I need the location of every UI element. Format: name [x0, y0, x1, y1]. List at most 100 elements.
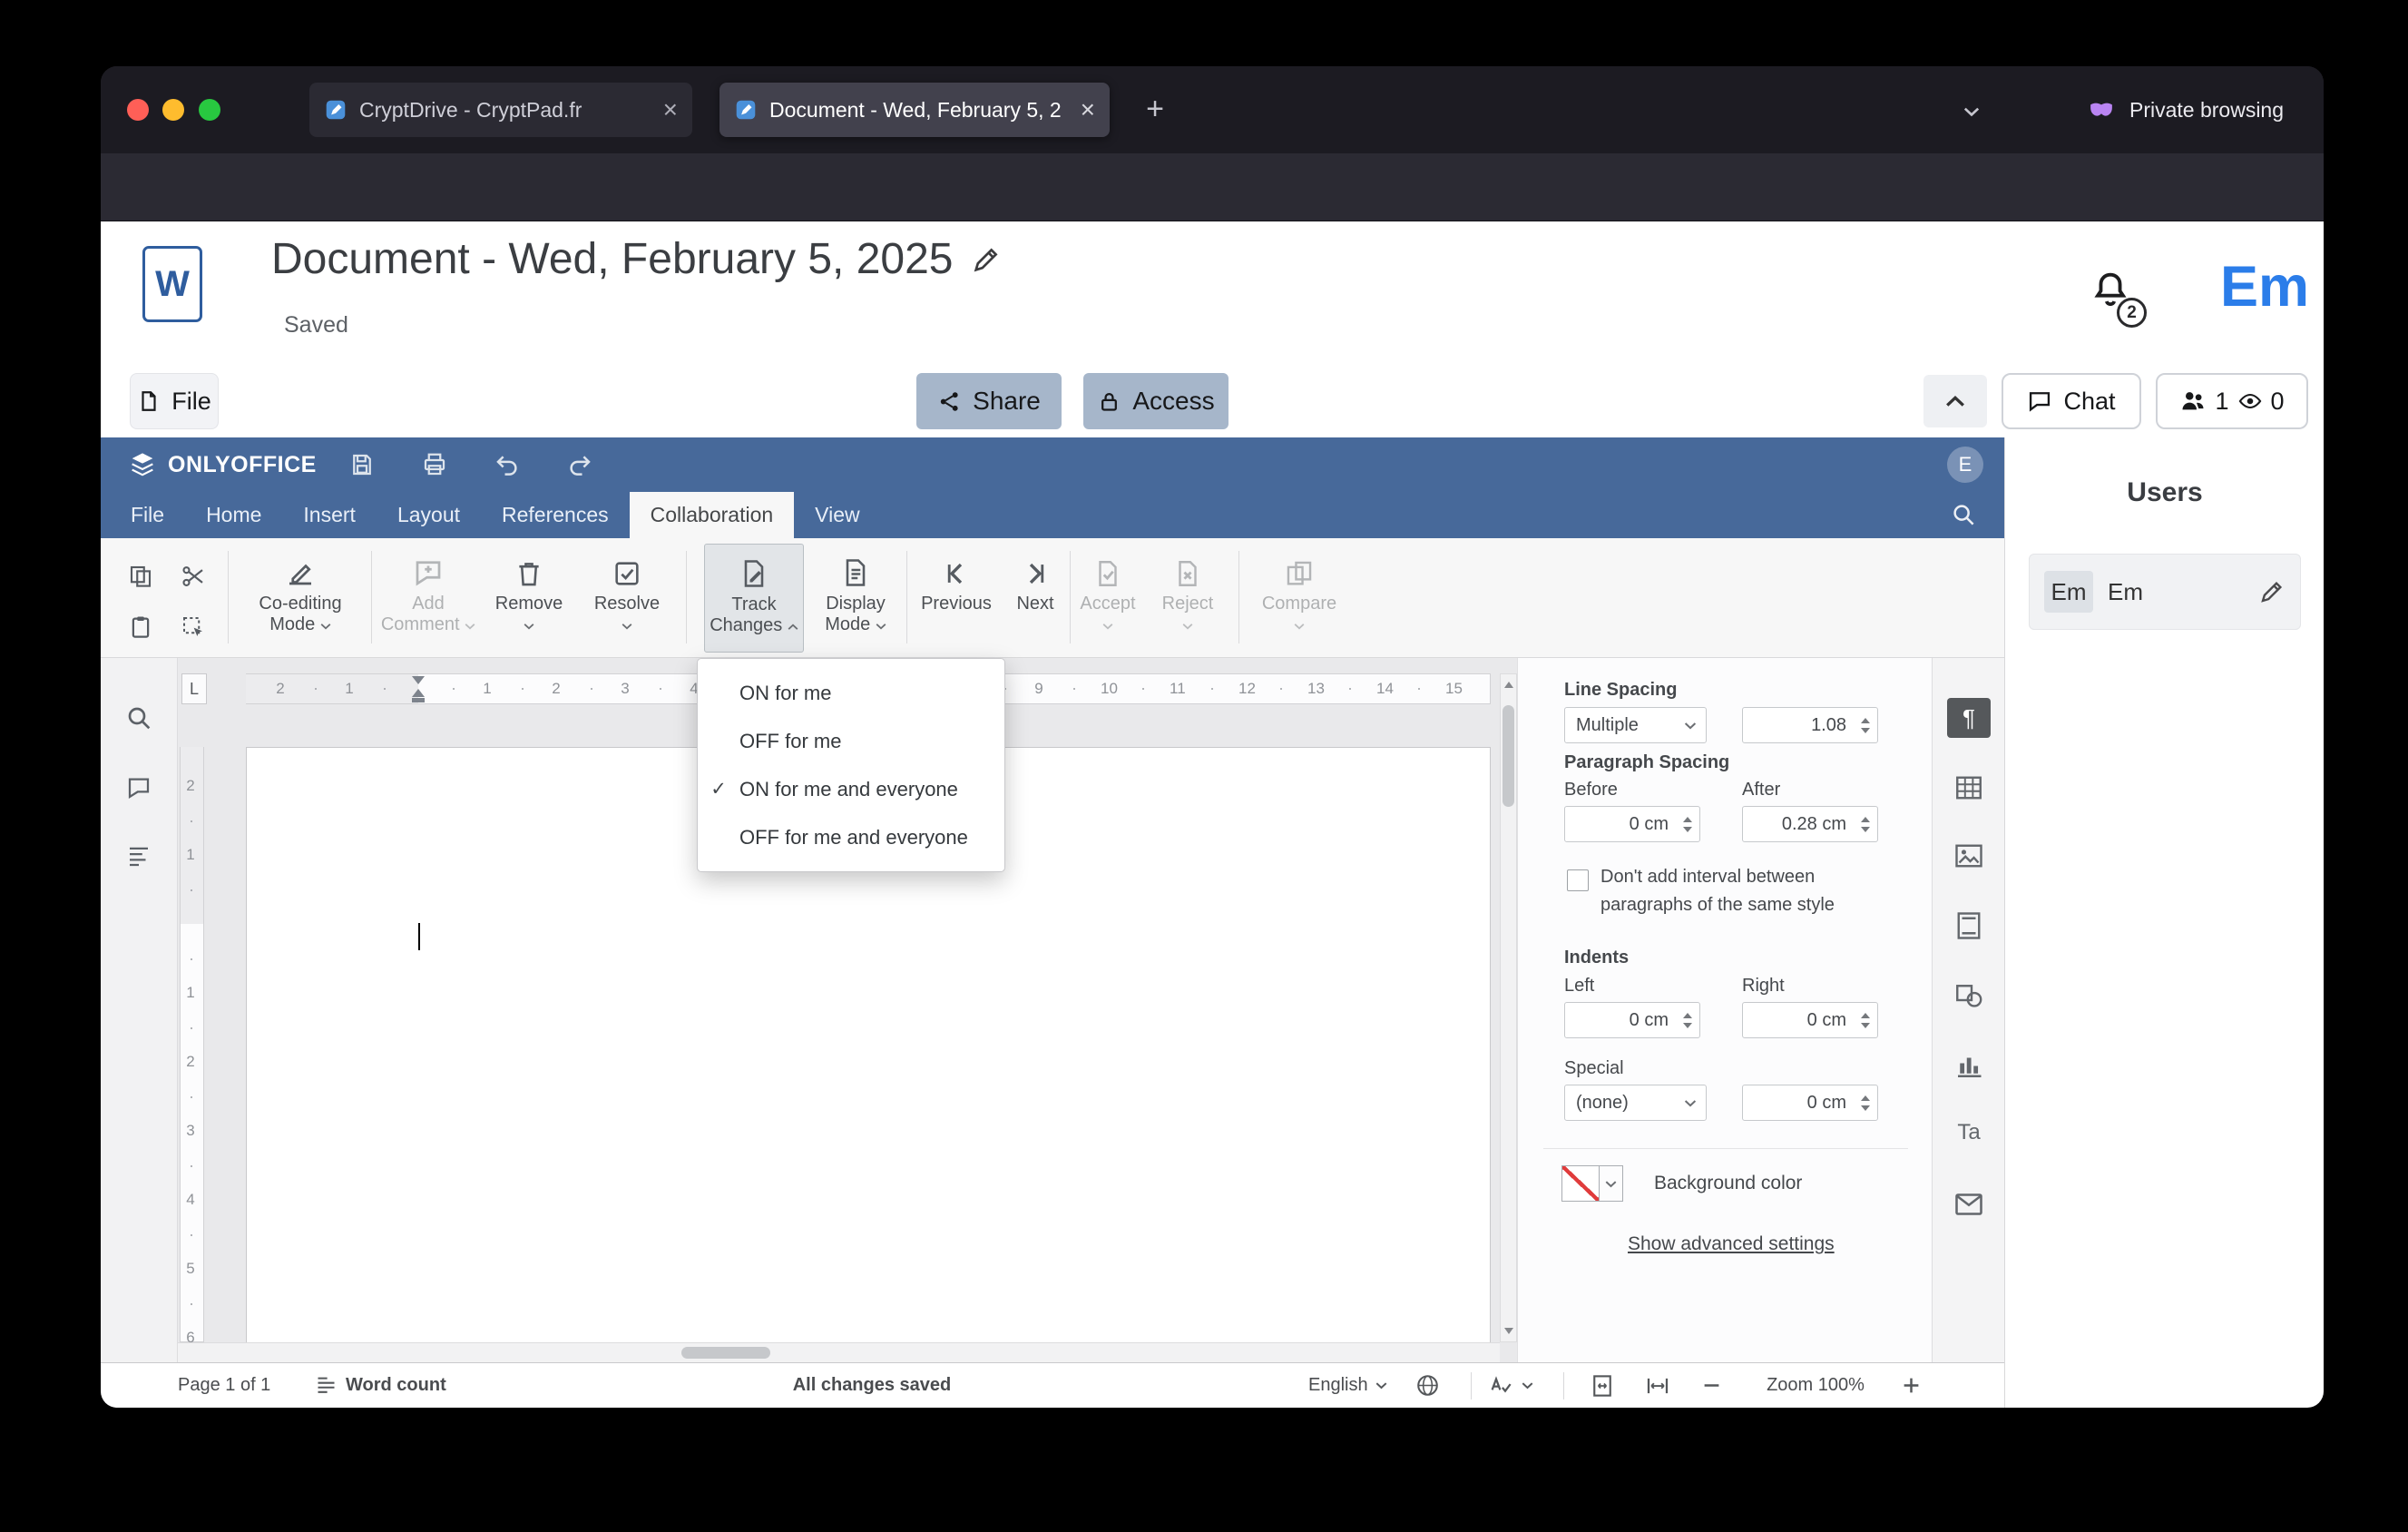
word-count-button[interactable]: Word count: [314, 1363, 446, 1408]
compare-button[interactable]: Compare: [1249, 544, 1349, 653]
select-all-button[interactable]: [177, 611, 210, 643]
show-advanced-settings-link[interactable]: Show advanced settings: [1628, 1233, 1835, 1255]
user-list-item[interactable]: Em Em: [2029, 554, 2301, 630]
find-button[interactable]: [122, 702, 155, 734]
track-menu-item[interactable]: OFF for me and everyone: [698, 813, 1004, 861]
special-amount-spinner[interactable]: 0 cm: [1742, 1085, 1878, 1121]
tab-cryptdrive[interactable]: CryptDrive - CryptPad.fr ×: [309, 83, 692, 137]
quick-save-button[interactable]: [346, 449, 378, 480]
zoom-out-button[interactable]: [1699, 1363, 1724, 1408]
menu-tab-references[interactable]: References: [481, 492, 630, 538]
header-footer-settings-button[interactable]: [1947, 906, 1991, 946]
notifications-bell-button[interactable]: 2: [2090, 269, 2147, 328]
textart-settings-button[interactable]: Ta: [1947, 1113, 1991, 1153]
chat-button[interactable]: Chat: [2002, 373, 2141, 429]
fit-width-button[interactable]: [1643, 1363, 1672, 1408]
dont-add-interval-checkbox[interactable]: [1567, 869, 1589, 891]
track-menu-item[interactable]: ✓ ON for me and everyone: [698, 765, 1004, 813]
language-selector[interactable]: English: [1308, 1363, 1387, 1408]
redo-button[interactable]: [563, 449, 596, 480]
list-all-tabs-button[interactable]: [1953, 93, 1990, 130]
cut-button[interactable]: [177, 560, 210, 593]
scrollbar-thumb[interactable]: [1503, 705, 1514, 807]
document-title[interactable]: Document - Wed, February 5, 2025: [271, 234, 953, 284]
special-indent-select[interactable]: (none): [1564, 1085, 1707, 1121]
spell-check-button[interactable]: [1487, 1363, 1533, 1408]
ruler-vertical[interactable]: 2 1 1 2 3 4 5 6: [178, 704, 206, 1342]
user-list-toggle-button[interactable]: 1 0: [2156, 373, 2308, 429]
coediting-mode-button[interactable]: Co-editing Mode: [241, 544, 359, 653]
spinner-arrows[interactable]: [1676, 1003, 1699, 1037]
chevron-down-icon[interactable]: [1600, 1165, 1623, 1202]
file-button[interactable]: File: [130, 373, 219, 429]
page-indicator[interactable]: Page 1 of 1: [178, 1363, 270, 1408]
tab-close-icon[interactable]: ×: [663, 97, 678, 123]
tab-document[interactable]: Document - Wed, February 5, 2 ×: [719, 83, 1110, 137]
hanging-indent-marker[interactable]: [412, 689, 425, 697]
shape-settings-button[interactable]: [1947, 975, 1991, 1015]
rename-pencil-icon[interactable]: [971, 244, 1002, 275]
access-button[interactable]: Access: [1083, 373, 1228, 429]
paste-button[interactable]: [124, 611, 157, 643]
background-color-picker[interactable]: [1561, 1165, 1623, 1202]
indent-right-spinner[interactable]: 0 cm: [1742, 1002, 1878, 1038]
scroll-down-arrow[interactable]: [1504, 1328, 1513, 1334]
document-language-button[interactable]: [1414, 1363, 1441, 1408]
editor-user-avatar[interactable]: E: [1947, 447, 1983, 483]
paragraph-settings-button[interactable]: ¶: [1947, 698, 1991, 738]
scroll-up-arrow[interactable]: [1504, 682, 1513, 688]
color-swatch-none[interactable]: [1561, 1165, 1600, 1202]
line-spacing-select[interactable]: Multiple: [1564, 707, 1707, 743]
menu-tab-view[interactable]: View: [794, 492, 880, 538]
spacing-before-spinner[interactable]: 0 cm: [1564, 806, 1700, 842]
remove-comment-button[interactable]: Remove: [482, 544, 576, 653]
quick-print-button[interactable]: [418, 449, 451, 480]
edit-name-pencil-icon[interactable]: [2258, 578, 2286, 605]
zoom-in-button[interactable]: [1899, 1363, 1923, 1408]
first-line-indent-marker[interactable]: [412, 676, 425, 684]
next-change-button[interactable]: Next: [1002, 544, 1069, 653]
zoom-window-button[interactable]: [199, 99, 220, 121]
collapse-toolbar-button[interactable]: [1923, 375, 1987, 427]
track-menu-item[interactable]: OFF for me: [698, 717, 1004, 765]
menu-tab-layout[interactable]: Layout: [377, 492, 481, 538]
editor-search-button[interactable]: [1950, 501, 1979, 530]
image-settings-button[interactable]: [1947, 836, 1991, 876]
spinner-arrows[interactable]: [1676, 807, 1699, 841]
spinner-arrows[interactable]: [1854, 1003, 1877, 1037]
reject-change-button[interactable]: Reject: [1146, 544, 1229, 653]
navigation-panel-button[interactable]: [122, 840, 155, 872]
new-tab-button[interactable]: +: [1135, 90, 1175, 130]
spinner-arrows[interactable]: [1854, 1085, 1877, 1120]
mail-merge-settings-button[interactable]: [1947, 1184, 1991, 1224]
previous-change-button[interactable]: Previous: [913, 544, 1000, 653]
spinner-arrows[interactable]: [1854, 807, 1877, 841]
user-avatar[interactable]: Em: [2195, 254, 2309, 319]
copy-button[interactable]: [124, 560, 157, 593]
line-spacing-amount-spinner[interactable]: 1.08: [1742, 707, 1878, 743]
menu-tab-file[interactable]: File: [110, 492, 185, 538]
menu-tab-collaboration[interactable]: Collaboration: [629, 492, 795, 538]
table-settings-button[interactable]: [1947, 768, 1991, 808]
add-comment-button[interactable]: Add Comment: [377, 544, 479, 653]
zoom-level[interactable]: Zoom 100%: [1738, 1363, 1893, 1408]
display-mode-button[interactable]: Display Mode: [806, 544, 905, 653]
left-indent-marker[interactable]: [412, 698, 425, 702]
undo-button[interactable]: [491, 449, 524, 480]
fit-page-button[interactable]: [1589, 1363, 1616, 1408]
spinner-arrows[interactable]: [1854, 708, 1877, 742]
chart-settings-button[interactable]: [1947, 1045, 1991, 1085]
spacing-after-spinner[interactable]: 0.28 cm: [1742, 806, 1878, 842]
indent-left-spinner[interactable]: 0 cm: [1564, 1002, 1700, 1038]
tab-close-icon[interactable]: ×: [1081, 97, 1095, 123]
track-changes-button[interactable]: Track Changes: [704, 544, 804, 653]
share-button[interactable]: Share: [916, 373, 1062, 429]
resolve-comment-button[interactable]: Resolve: [580, 544, 674, 653]
vertical-scrollbar[interactable]: [1500, 673, 1517, 1342]
track-menu-item[interactable]: ON for me: [698, 669, 1004, 717]
menu-tab-insert[interactable]: Insert: [282, 492, 377, 538]
horizontal-scrollbar[interactable]: [178, 1342, 1500, 1362]
comments-panel-button[interactable]: [122, 771, 155, 804]
accept-change-button[interactable]: Accept: [1073, 544, 1142, 653]
scrollbar-thumb[interactable]: [681, 1347, 770, 1359]
